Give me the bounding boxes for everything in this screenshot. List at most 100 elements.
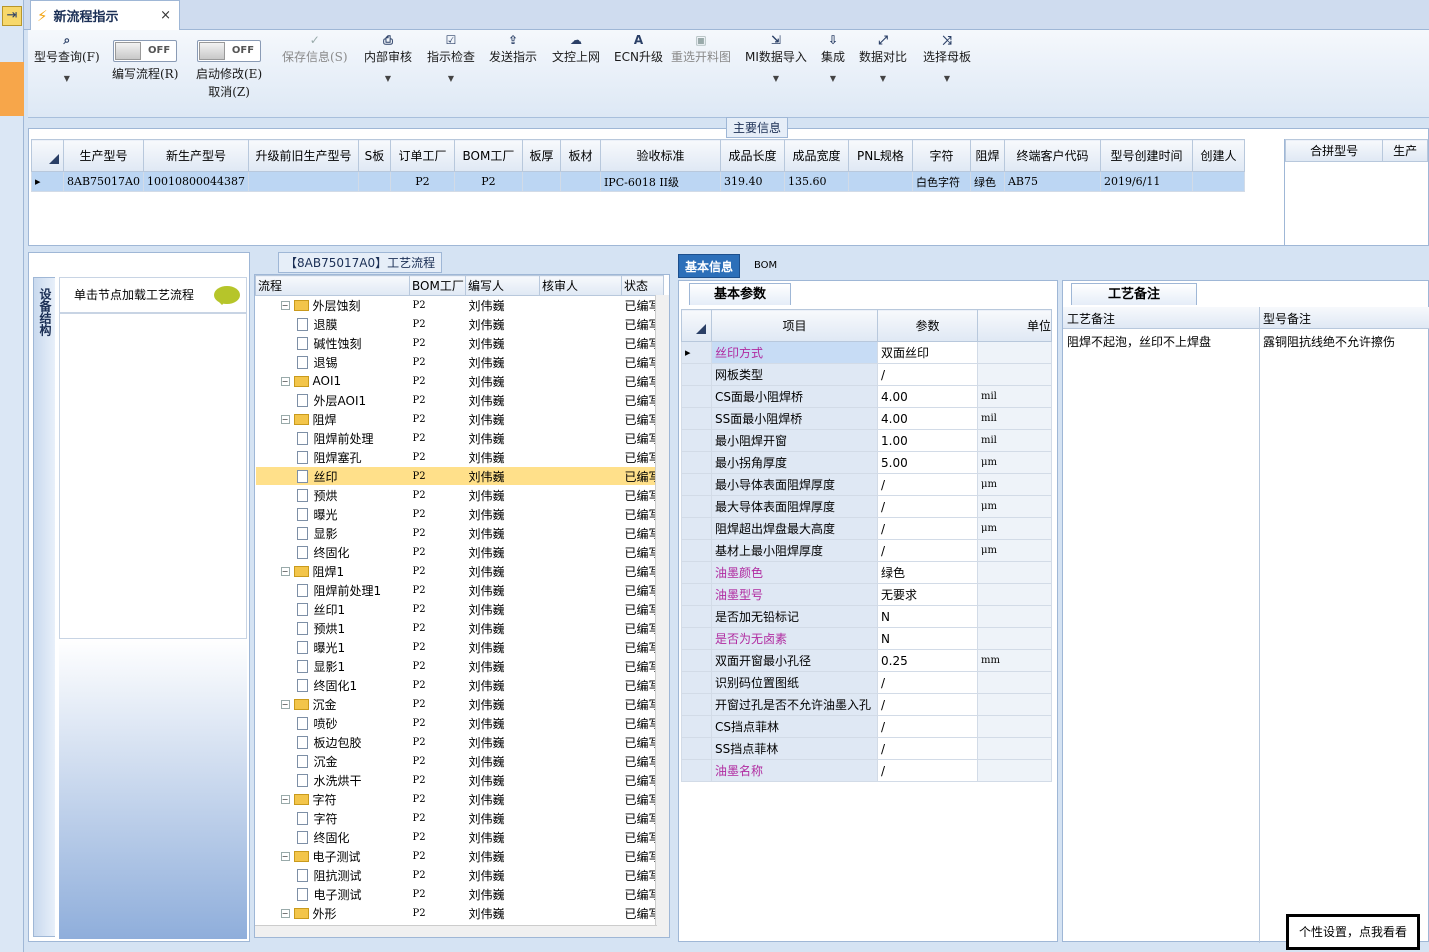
param-val[interactable]: / (877, 737, 978, 760)
param-val[interactable]: / (877, 363, 978, 386)
param-val[interactable]: / (877, 495, 978, 518)
process-row[interactable]: 曝光 P2 刘伟巍 已编写 (255, 504, 664, 524)
tab-basic-info[interactable]: 基本信息 (678, 254, 741, 278)
main-cell-4[interactable]: P2 (389, 171, 455, 192)
param-row-indicator[interactable] (681, 473, 712, 496)
main-col-9[interactable]: 成品长度 (719, 139, 785, 172)
collapse-icon[interactable]: − (280, 566, 290, 576)
enable-modify-toggle[interactable]: OFF 启动修改(E) 取消(Z) (196, 32, 262, 101)
param-val[interactable]: / (877, 715, 978, 738)
collapse-icon[interactable]: − (280, 699, 290, 709)
param-val[interactable]: / (877, 539, 978, 562)
main-cell-16[interactable] (1191, 171, 1245, 192)
collapse-icon[interactable]: − (280, 851, 290, 861)
param-row-indicator[interactable] (681, 451, 712, 474)
param-row[interactable]: 是否加无铅标记 N (681, 605, 1052, 628)
chevron-down-icon[interactable]: ▼ (923, 66, 971, 92)
process-col-1[interactable]: BOM工厂 (409, 275, 466, 296)
param-row[interactable]: SS面最小阻焊桥 4.00 mil (681, 407, 1052, 430)
close-icon[interactable]: × (160, 8, 171, 23)
process-row[interactable]: − 字符 P2 刘伟巍 已编写 (255, 789, 664, 809)
param-row-indicator[interactable] (681, 737, 712, 760)
main-col-8[interactable]: 验收标准 (599, 139, 721, 172)
main-cell-14[interactable]: AB75 (1003, 171, 1101, 192)
main-col-2[interactable]: 升级前旧生产型号 (247, 139, 359, 172)
param-val[interactable]: 5.00 (877, 451, 978, 474)
param-row-indicator[interactable] (681, 495, 712, 518)
main-col-10[interactable]: 成品宽度 (783, 139, 849, 172)
process-row[interactable]: 显影 P2 刘伟巍 已编写 (255, 523, 664, 543)
process-row[interactable]: 电子测试 P2 刘伟巍 已编写 (255, 884, 664, 904)
main-cell-2[interactable] (247, 171, 359, 192)
param-row-indicator[interactable] (681, 671, 712, 694)
param-row[interactable]: 是否为无卤素 N (681, 627, 1052, 650)
param-row[interactable]: 油墨颜色 绿色 (681, 561, 1052, 584)
process-row[interactable]: 阻焊前处理1 P2 刘伟巍 已编写 (255, 580, 664, 600)
process-col-3[interactable]: 核审人 (539, 275, 622, 296)
process-row[interactable]: − 外层蚀刻 P2 刘伟巍 已编写 (255, 295, 664, 315)
param-val[interactable]: 双面丝印 (877, 341, 978, 364)
param-row[interactable]: 阻焊超出焊盘最大高度 / μm (681, 517, 1052, 540)
main-col-15[interactable]: 型号创建时间 (1099, 139, 1193, 172)
main-col-5[interactable]: BOM工厂 (453, 139, 523, 172)
param-val[interactable]: 1.00 (877, 429, 978, 452)
param-val[interactable]: 绿色 (877, 561, 978, 584)
param-row[interactable]: SS挡点菲林 / (681, 737, 1052, 760)
process-vertical-scrollbar[interactable] (655, 295, 669, 937)
param-row-indicator[interactable] (681, 539, 712, 562)
process-row[interactable]: − 阻焊1 P2 刘伟巍 已编写 (255, 561, 664, 581)
collapse-icon[interactable]: − (280, 414, 290, 424)
row-indicator[interactable]: ▸ (31, 171, 64, 192)
main-col-12[interactable]: 字符 (911, 139, 971, 172)
cancel-button[interactable]: 取消(Z) (196, 83, 262, 101)
param-row-indicator[interactable] (681, 627, 712, 650)
select-master-button[interactable]: ⤨ 选择母板 ▼ (923, 32, 971, 92)
integrate-button[interactable]: ⇩ 集成 ▼ (821, 32, 845, 92)
collapse-icon[interactable]: − (280, 794, 290, 804)
param-val[interactable]: N (877, 605, 978, 628)
exit-icon[interactable]: ⇥ (2, 6, 22, 26)
send-instruction-button[interactable]: ⇪ 发送指示 (489, 32, 537, 66)
process-row[interactable]: 阻抗测试 P2 刘伟巍 已编写 (255, 865, 664, 885)
chevron-down-icon[interactable]: ▼ (821, 66, 845, 92)
process-row[interactable]: − AOI1 P2 刘伟巍 已编写 (255, 371, 664, 391)
main-col-6[interactable]: 板厚 (521, 139, 561, 172)
process-row[interactable]: 预烘 P2 刘伟巍 已编写 (255, 485, 664, 505)
param-row-indicator[interactable] (681, 363, 712, 386)
process-row[interactable]: 碱性蚀刻 P2 刘伟巍 已编写 (255, 333, 664, 353)
main-cell-12[interactable]: 白色字符 (911, 171, 971, 192)
collapse-icon[interactable]: − (280, 908, 290, 918)
main-col-4[interactable]: 订单工厂 (389, 139, 455, 172)
main-cell-15[interactable]: 2019/6/11 (1099, 171, 1193, 192)
main-col-7[interactable]: 板材 (559, 139, 601, 172)
param-val[interactable]: / (877, 517, 978, 540)
param-row[interactable]: 最小导体表面阻焊厚度 / μm (681, 473, 1052, 496)
tab-equipment-structure[interactable]: 设备结构 (33, 277, 55, 937)
equipment-tree[interactable] (59, 313, 247, 639)
process-col-2[interactable]: 编写人 (465, 275, 540, 296)
internal-review-button[interactable]: ⎙ 内部审核 ▼ (364, 32, 412, 92)
param-row[interactable]: 基材上最小阻焊厚度 / μm (681, 539, 1052, 562)
param-row[interactable]: 识别码位置图纸 / (681, 671, 1052, 694)
main-col-3[interactable]: S板 (357, 139, 391, 172)
process-row[interactable]: 板边包胶 P2 刘伟巍 已编写 (255, 732, 664, 752)
chevron-down-icon[interactable]: ▼ (364, 66, 412, 92)
param-row[interactable]: 开窗过孔是否不允许油墨入孔 / (681, 693, 1052, 716)
process-row[interactable]: 阻焊前处理 P2 刘伟巍 已编写 (255, 428, 664, 448)
main-col-13[interactable]: 阻焊 (969, 139, 1005, 172)
collapse-icon[interactable]: − (280, 300, 290, 310)
write-flow-switch[interactable]: OFF (113, 40, 178, 62)
param-row[interactable]: 最小阻焊开窗 1.00 mil (681, 429, 1052, 452)
process-row[interactable]: 丝印1 P2 刘伟巍 已编写 (255, 599, 664, 619)
model-query-button[interactable]: ⌕ 型号查询(F) ▼ (34, 32, 100, 92)
main-col-1[interactable]: 新生产型号 (142, 139, 249, 172)
main-cell-5[interactable]: P2 (453, 171, 523, 192)
param-val[interactable]: / (877, 693, 978, 716)
main-cell-1[interactable]: 10010800044387 (142, 171, 249, 192)
model-note-value[interactable]: 露铜阻抗线绝不允许擦伤 (1263, 333, 1395, 350)
save-info-button[interactable]: ✓ 保存信息(S) (282, 32, 348, 66)
process-row[interactable]: 显影1 P2 刘伟巍 已编写 (255, 656, 664, 676)
chevron-down-icon[interactable]: ▼ (745, 66, 807, 92)
instruction-check-button[interactable]: ☑ 指示检查 ▼ (427, 32, 475, 92)
process-row[interactable]: 水洗烘干 P2 刘伟巍 已编写 (255, 770, 664, 790)
